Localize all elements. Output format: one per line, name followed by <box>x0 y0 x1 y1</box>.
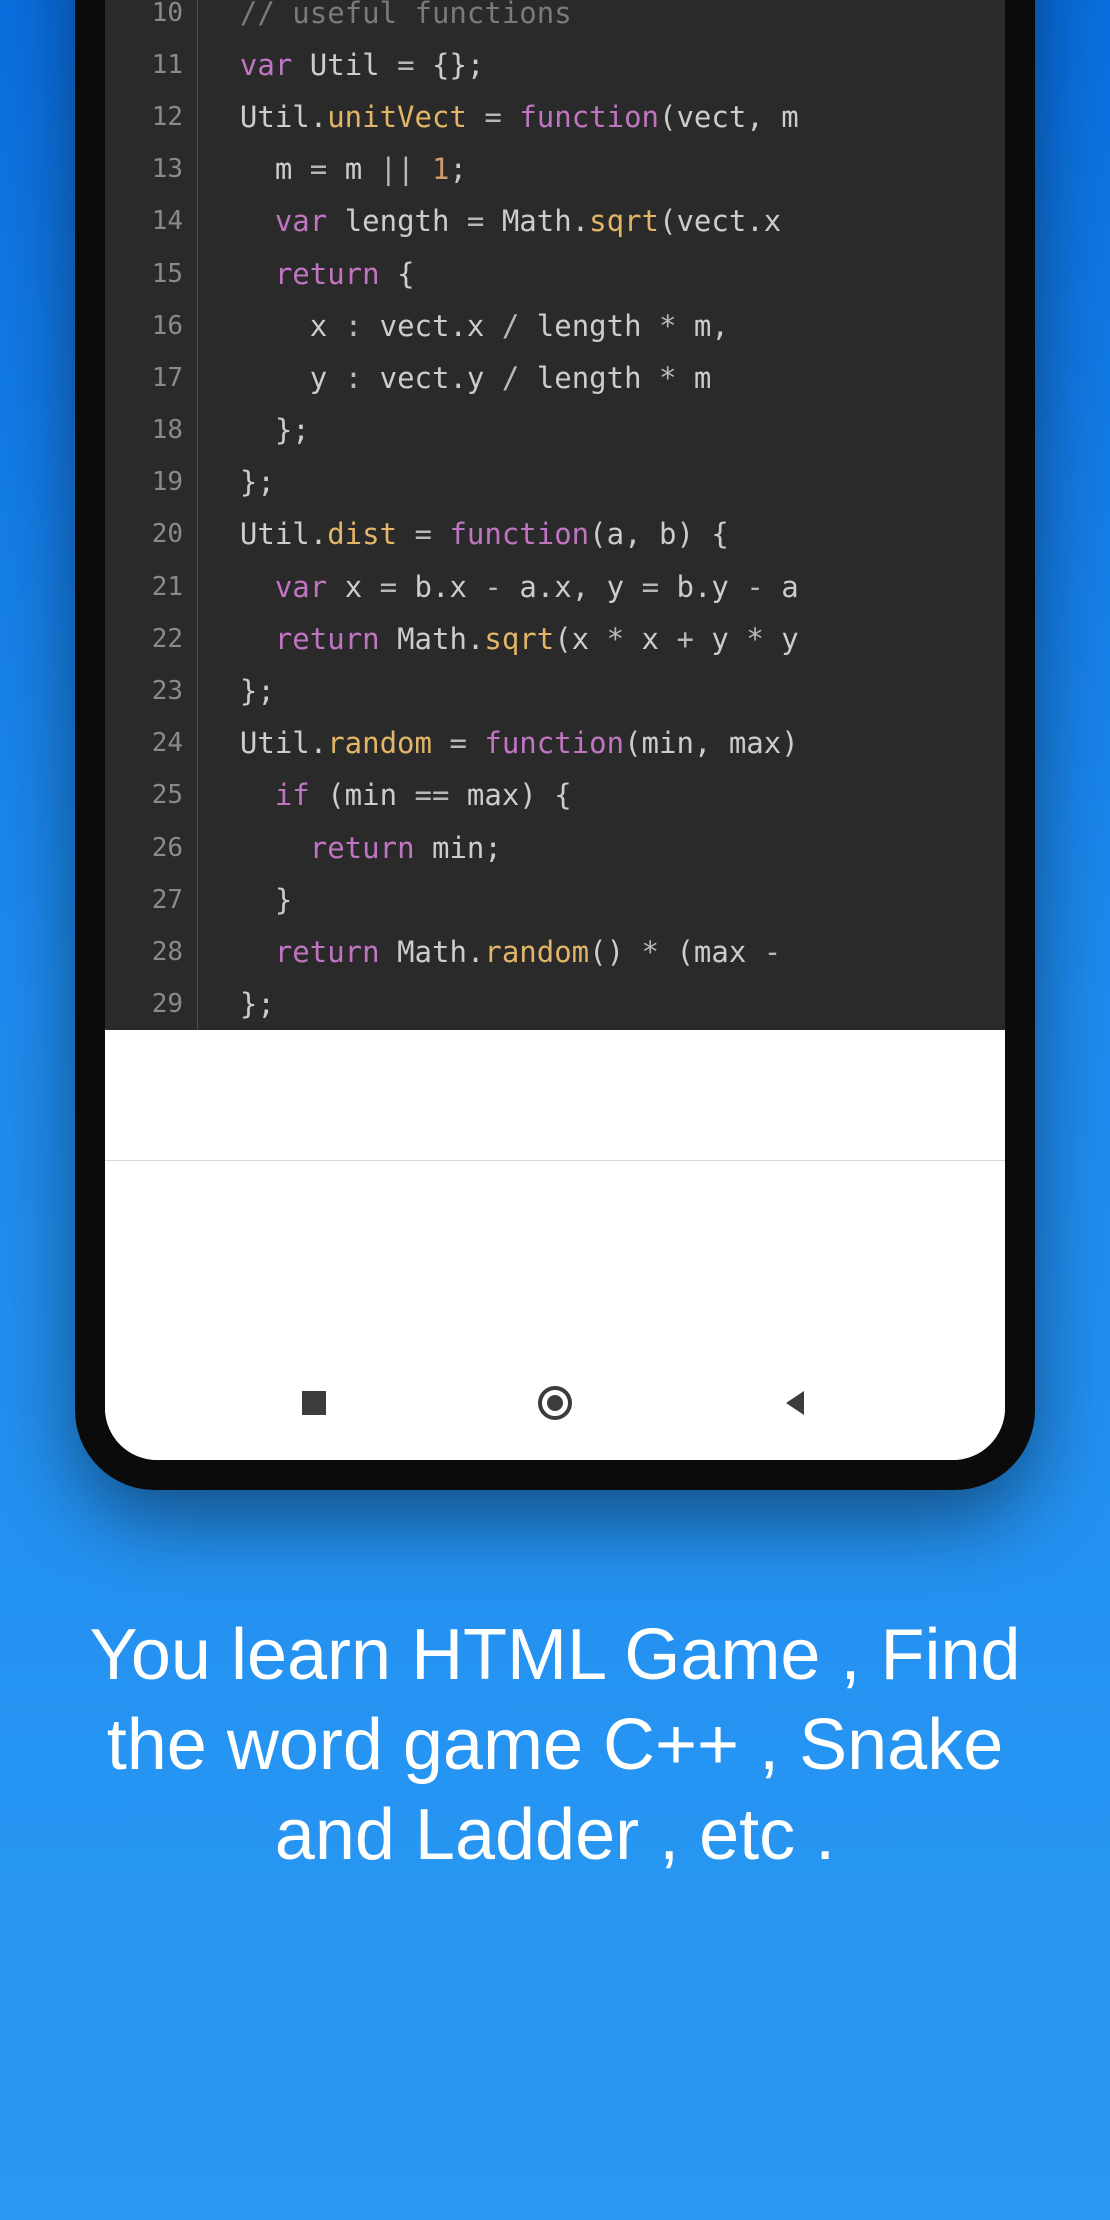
line-number: 10 <box>105 0 197 39</box>
code-editor[interactable]: 7891011121314151617181920212223242526272… <box>105 0 1005 1030</box>
line-number: 28 <box>105 926 197 978</box>
line-number: 17 <box>105 352 197 404</box>
code-line[interactable]: Util.unitVect = function(vect, m <box>205 91 1005 143</box>
phone-screen: 7891011121314151617181920212223242526272… <box>105 0 1005 1460</box>
code-line[interactable]: var Util = {}; <box>205 39 1005 91</box>
code-line[interactable]: } <box>205 874 1005 926</box>
code-line[interactable]: }; <box>205 456 1005 508</box>
code-line[interactable]: }; <box>205 978 1005 1030</box>
line-number: 13 <box>105 143 197 195</box>
line-number: 24 <box>105 717 197 769</box>
line-number: 22 <box>105 613 197 665</box>
code-line[interactable]: return { <box>205 248 1005 300</box>
line-number: 23 <box>105 665 197 717</box>
app-bottom-bar <box>105 1030 1005 1161</box>
line-number: 16 <box>105 300 197 352</box>
promo-background: 7891011121314151617181920212223242526272… <box>0 0 1110 2220</box>
code-line[interactable]: // useful functions <box>205 0 1005 39</box>
line-number: 26 <box>105 822 197 874</box>
line-number: 27 <box>105 874 197 926</box>
code-line[interactable]: var x = b.x - a.x, y = b.y - a <box>205 561 1005 613</box>
line-number: 20 <box>105 508 197 560</box>
code-content[interactable]: // Game logicfunction Game(gameui) { // … <box>205 0 1005 1030</box>
gutter-separator <box>197 0 198 1030</box>
code-line[interactable]: y : vect.y / length * m <box>205 352 1005 404</box>
code-line[interactable]: return min; <box>205 822 1005 874</box>
code-line[interactable]: }; <box>205 665 1005 717</box>
line-number: 18 <box>105 404 197 456</box>
line-number: 12 <box>105 91 197 143</box>
line-number: 21 <box>105 561 197 613</box>
code-line[interactable]: return Math.random() * (max - <box>205 926 1005 978</box>
recent-apps-icon[interactable] <box>298 1387 330 1424</box>
code-line[interactable]: }; <box>205 404 1005 456</box>
home-icon[interactable] <box>536 1384 574 1427</box>
promo-caption: You learn HTML Game , Find the word game… <box>40 1610 1070 1880</box>
line-number: 14 <box>105 195 197 247</box>
code-line[interactable]: if (min == max) { <box>205 769 1005 821</box>
code-line[interactable]: m = m || 1; <box>205 143 1005 195</box>
code-line[interactable]: Util.dist = function(a, b) { <box>205 508 1005 560</box>
line-number: 19 <box>105 456 197 508</box>
line-number: 29 <box>105 978 197 1030</box>
code-line[interactable]: x : vect.x / length * m, <box>205 300 1005 352</box>
back-icon[interactable] <box>780 1387 812 1424</box>
code-line[interactable]: return Math.sqrt(x * x + y * y <box>205 613 1005 665</box>
android-nav-bar <box>105 1350 1005 1460</box>
line-number: 25 <box>105 769 197 821</box>
phone-frame: 7891011121314151617181920212223242526272… <box>75 0 1035 1490</box>
code-line[interactable]: Util.random = function(min, max) <box>205 717 1005 769</box>
code-line[interactable]: var length = Math.sqrt(vect.x <box>205 195 1005 247</box>
line-number: 15 <box>105 248 197 300</box>
line-number: 11 <box>105 39 197 91</box>
line-number-gutter: 7891011121314151617181920212223242526272… <box>105 0 197 1030</box>
